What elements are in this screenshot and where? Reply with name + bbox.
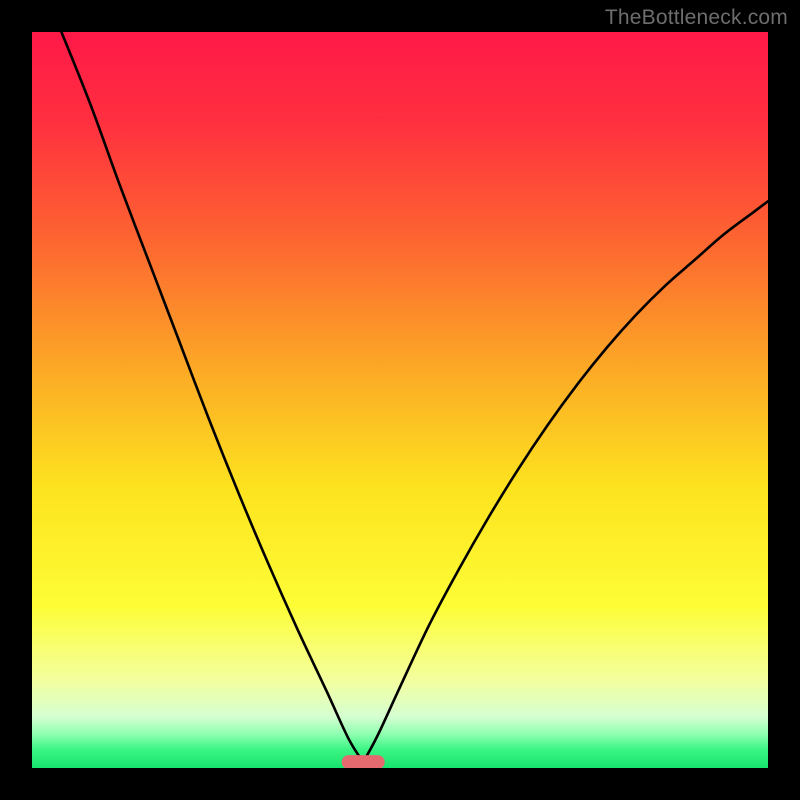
chart-svg: [32, 32, 768, 768]
watermark-text: TheBottleneck.com: [605, 6, 788, 30]
plot-area: [32, 32, 768, 768]
chart-frame: TheBottleneck.com: [0, 0, 800, 800]
minimum-marker: [342, 756, 384, 768]
gradient-background: [32, 32, 768, 768]
